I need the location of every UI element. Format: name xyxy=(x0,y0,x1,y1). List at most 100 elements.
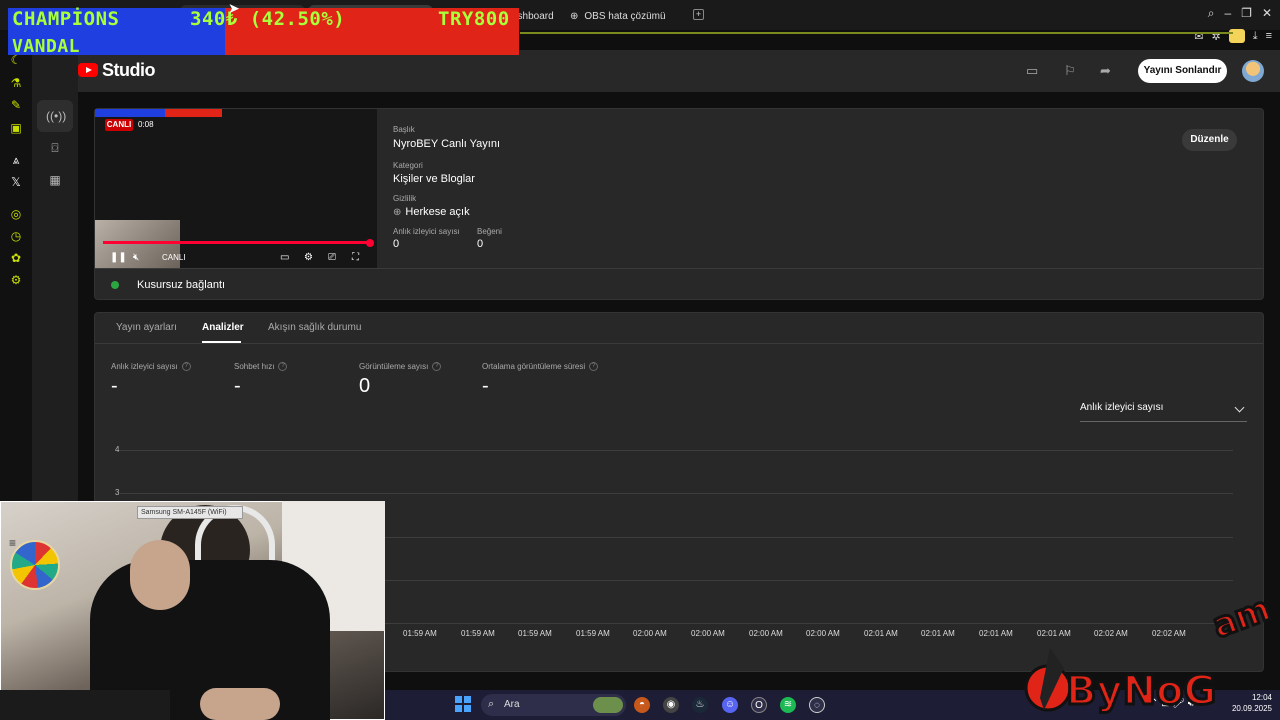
download-icon[interactable]: ⤓ xyxy=(1253,30,1258,43)
likes-value: 0 xyxy=(477,238,484,250)
tab-stream-settings[interactable]: Yayın ayarları xyxy=(116,322,177,333)
preview-overlay-blue xyxy=(95,109,165,117)
studio-logo-text[interactable]: Studio xyxy=(102,60,156,81)
chart-gridline xyxy=(120,493,1233,494)
title-label: Başlık xyxy=(393,125,415,134)
taskbar-search[interactable]: ⌕ Ara xyxy=(481,694,626,716)
x-logo-icon[interactable]: 𝕏 xyxy=(8,174,24,190)
chart-x-tick: 01:59 AM xyxy=(461,629,495,638)
pause-icon[interactable]: ❚❚ xyxy=(110,252,127,263)
chart-x-tick: 02:00 AM xyxy=(691,629,725,638)
steam-icon[interactable]: ♨ xyxy=(692,697,708,713)
metric-dropdown[interactable]: Anlık izleyici sayısı xyxy=(1080,402,1247,422)
opera-icon[interactable]: O xyxy=(751,697,767,713)
sidebar-app-icon[interactable]: ✎ xyxy=(8,97,24,113)
sidebar-app-icon[interactable]: ⚗ xyxy=(8,75,24,91)
camera-icon[interactable]: ⌼ xyxy=(46,139,64,157)
preview-time: 0:08 xyxy=(138,120,154,129)
stream-title: NyroBEY Canlı Yayını xyxy=(393,138,500,150)
tabs-divider xyxy=(95,343,1263,344)
metric-label: Görüntüleme sayısı? xyxy=(359,362,442,371)
sidebar-app-icon[interactable]: ✿ xyxy=(8,250,24,266)
overlay-amount: 340₺ (42.50%) xyxy=(190,8,346,30)
browser-tab-obs[interactable]: ⊕ OBS hata çözümü xyxy=(570,6,666,26)
stream-category: Kişiler ve Bloglar xyxy=(393,173,475,185)
close-icon[interactable]: ✕ xyxy=(1262,6,1272,21)
preview-overlay-red xyxy=(165,109,222,117)
search-icon[interactable]: ⌕ xyxy=(1208,6,1215,21)
youtube-logo-icon[interactable] xyxy=(78,63,98,77)
captions-icon[interactable]: ▭ xyxy=(1026,63,1038,79)
obs-icon[interactable]: ◉ xyxy=(663,697,679,713)
preview-progress-handle[interactable] xyxy=(366,239,374,247)
spotify-icon[interactable]: ≋ xyxy=(780,697,796,713)
chart-x-tick: 02:00 AM xyxy=(749,629,783,638)
connection-status-icon xyxy=(111,281,119,289)
share-icon[interactable]: ➦ xyxy=(1100,63,1111,79)
captions-icon[interactable]: ▭ xyxy=(280,252,289,263)
tab-analytics[interactable]: Analizler xyxy=(202,322,244,333)
edit-button[interactable]: Düzenle xyxy=(1182,129,1237,151)
overlay-goal: TRY800 xyxy=(438,8,510,30)
webcam-person-hand xyxy=(130,540,190,610)
chart-gridline xyxy=(120,450,1233,451)
mouse-cursor-icon: ➤ xyxy=(228,0,240,16)
end-stream-button[interactable]: Yayını Sonlandır xyxy=(1138,59,1227,83)
cast-icon[interactable]: ⎚ xyxy=(328,252,336,263)
discord-icon[interactable]: ☺ xyxy=(722,697,738,713)
help-icon[interactable]: ? xyxy=(432,362,442,371)
menu-icon: ≡ xyxy=(9,536,17,550)
metric-value: - xyxy=(234,375,241,397)
overlay-team1: CHAMPİONS xyxy=(12,8,120,30)
preview-live-label: CANLI xyxy=(162,253,186,262)
help-icon[interactable]: ? xyxy=(589,362,599,371)
viewers-label: Anlık izleyici sayısı xyxy=(393,227,460,236)
tab-stream-health[interactable]: Akışın sağlık durumu xyxy=(268,322,361,333)
mute-icon[interactable]: 🔇︎ xyxy=(133,252,139,263)
chart-x-tick: 02:01 AM xyxy=(864,629,898,638)
chart-x-tick: 01:59 AM xyxy=(403,629,437,638)
sidebar-app-icon[interactable]: ▣ xyxy=(8,120,24,136)
avatar[interactable] xyxy=(1242,60,1264,82)
metric-value: 0 xyxy=(359,375,371,397)
sidebar-app-icon[interactable]: ⩓ xyxy=(8,152,24,168)
metric-value: - xyxy=(111,375,118,397)
windows-start-icon[interactable] xyxy=(455,696,471,712)
fullscreen-icon[interactable]: ⛶ xyxy=(352,252,359,263)
stream-privacy: ⊕ Herkese açık xyxy=(393,206,470,218)
search-highlight-icon xyxy=(593,697,623,713)
globe-icon: ⊕ xyxy=(393,206,402,218)
webcam-hand-mouse xyxy=(200,688,280,720)
new-tab-icon[interactable]: + xyxy=(693,9,704,20)
chart-x-tick: 01:59 AM xyxy=(576,629,610,638)
help-icon[interactable]: ? xyxy=(181,362,191,371)
menu-icon[interactable]: ≡ xyxy=(1266,30,1272,42)
likes-label: Beğeni xyxy=(477,227,502,236)
svg-text:am: am xyxy=(1207,598,1276,646)
chart-x-tick: 02:00 AM xyxy=(806,629,840,638)
taskbar-app-icon[interactable]: ◌ xyxy=(809,697,825,713)
help-icon[interactable]: ? xyxy=(278,362,288,371)
connection-status: Kusursuz bağlantı xyxy=(137,279,226,291)
metric-label: Ortalama görüntüleme süresi? xyxy=(482,362,599,371)
globe-icon: ⊕ xyxy=(570,10,579,22)
chart-y-tick: 3 xyxy=(115,488,120,497)
chart-x-tick: 02:00 AM xyxy=(633,629,667,638)
chart-x-tick: 02:01 AM xyxy=(921,629,955,638)
gear-icon[interactable]: ⚙ xyxy=(304,252,313,263)
calendar-icon[interactable]: ▦ xyxy=(46,171,64,189)
bookmark-icon[interactable]: ⚐ xyxy=(1064,63,1076,79)
taskbar-app-icon[interactable]: ◓ xyxy=(634,697,650,713)
category-label: Kategori xyxy=(393,161,423,170)
chevron-down-icon xyxy=(1234,402,1245,413)
metric-value: - xyxy=(482,375,489,397)
minimize-icon[interactable]: – xyxy=(1224,6,1231,21)
preview-progress-bar[interactable] xyxy=(103,241,371,244)
restore-icon[interactable]: ❐ xyxy=(1241,6,1252,21)
studio-header xyxy=(32,50,1280,92)
history-icon[interactable]: ◷ xyxy=(8,228,24,244)
dartboard xyxy=(10,540,60,590)
broadcast-icon[interactable]: ((•)) xyxy=(46,107,66,125)
sidebar-app-icon[interactable]: ◎ xyxy=(8,206,24,222)
settings-icon[interactable]: ⚙ xyxy=(8,272,24,288)
